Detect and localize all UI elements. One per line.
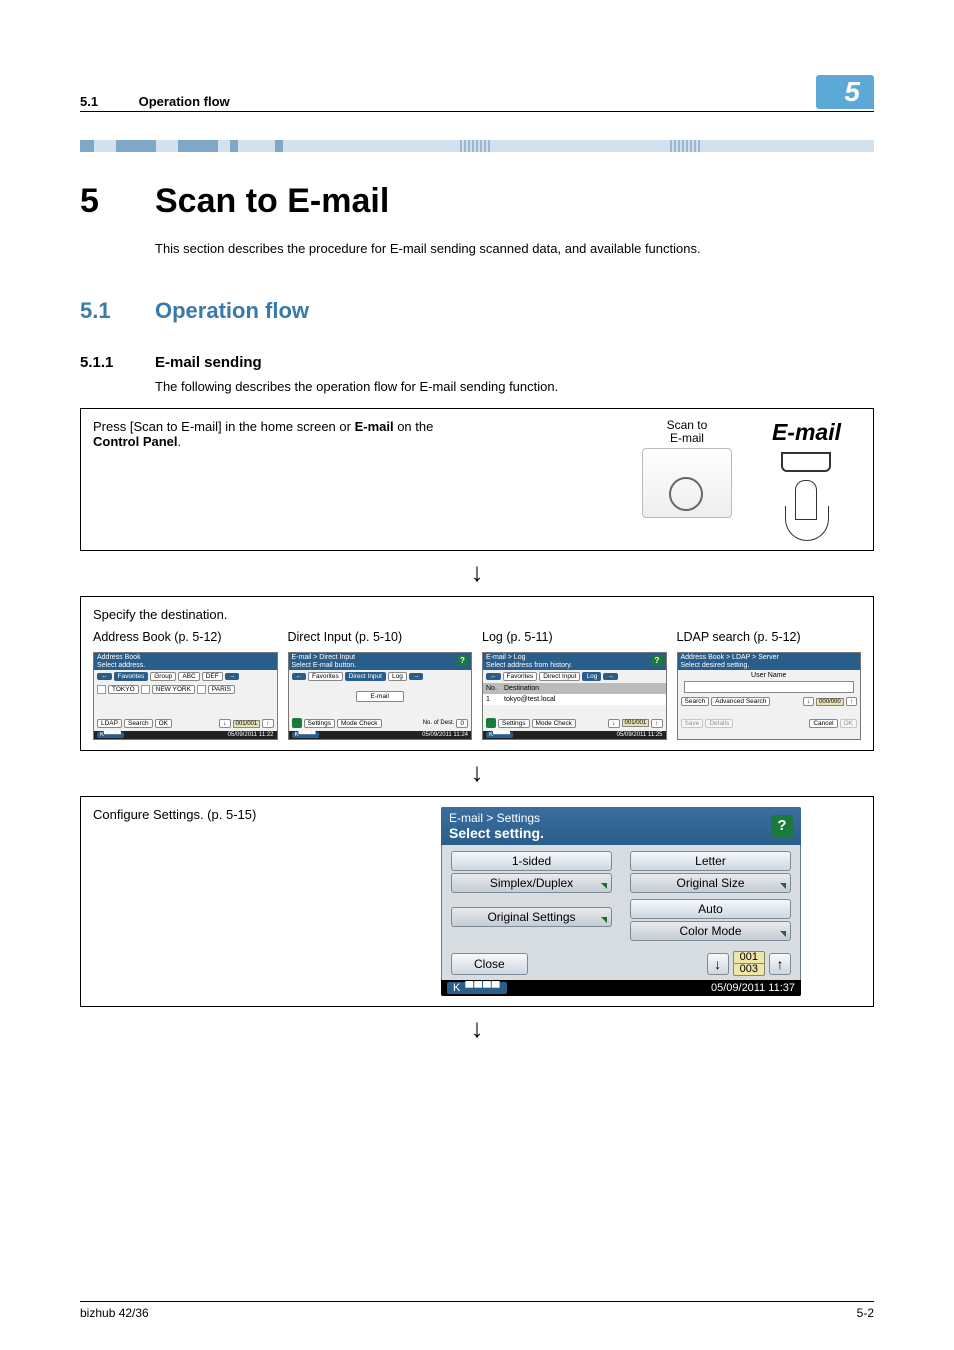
step2-caption: Specify the destination. — [93, 607, 473, 622]
flow-step-3: Configure Settings. (p. 5-15) E-mail > S… — [80, 796, 874, 1007]
footer-model: bizhub 42/36 — [80, 1306, 149, 1320]
finger-press-icon — [781, 480, 831, 540]
flow-step-2: Specify the destination. Address Book (p… — [80, 596, 874, 751]
settings-title: E-mail > Settings — [449, 811, 544, 825]
subsection-heading: 5.1.1 E-mail sending — [80, 354, 874, 371]
page-indicator: 001 003 — [733, 951, 765, 976]
section-heading: 5.1 Operation flow — [80, 298, 874, 324]
flow-arrow-icon: ↓ — [80, 557, 874, 588]
chapter-number: 5 — [80, 182, 155, 221]
setting-original-settings[interactable]: Original Settings — [451, 899, 612, 941]
settings-pager: ↓ 001 003 ↑ — [707, 951, 791, 976]
subsection-desc: The following describes the operation fl… — [155, 379, 874, 394]
step2-col-label: Address Book (p. 5-12) — [93, 630, 278, 644]
page-up-button[interactable]: ↑ — [769, 953, 791, 975]
flow-step-1: Press [Scan to E-mail] in the home scree… — [80, 408, 874, 551]
subsection-title: E-mail sending — [155, 354, 262, 371]
page-down-button[interactable]: ↓ — [707, 953, 729, 975]
setting-color-mode[interactable]: Auto Color Mode — [630, 899, 791, 941]
page-footer: bizhub 42/36 5-2 — [80, 1301, 874, 1320]
subsection-number: 5.1.1 — [80, 354, 155, 371]
setting-simplex-duplex[interactable]: 1-sided Simplex/Duplex — [451, 851, 612, 893]
direct-input-thumbnail: E-mail > Direct InputSelect E-mail butto… — [288, 652, 473, 740]
settings-subtitle: Select setting. — [449, 825, 544, 841]
flow-arrow-icon: ↓ — [80, 1013, 874, 1044]
step2-col-label: Log (p. 5-11) — [482, 630, 667, 644]
step1-caption: Press [Scan to E-mail] in the home scree… — [93, 419, 473, 449]
section-number: 5.1 — [80, 298, 155, 324]
step3-caption: Configure Settings. (p. 5-15) — [93, 807, 343, 996]
settings-timestamp: 05/09/2011 11:37 — [711, 982, 795, 994]
close-button[interactable]: Close — [451, 953, 528, 975]
ldap-search-thumbnail: Address Book > LDAP > ServerSelect desir… — [677, 652, 862, 740]
chapter-intro: This section describes the procedure for… — [155, 241, 874, 256]
step2-col-label: LDAP search (p. 5-12) — [677, 630, 862, 644]
chapter-title: Scan to E-mail — [155, 182, 389, 221]
header-section-title: Operation flow — [139, 94, 230, 109]
help-icon[interactable]: ? — [771, 815, 793, 837]
chapter-badge: 5 — [816, 75, 874, 109]
scan-to-email-icon: Scan toE-mail — [642, 419, 732, 518]
section-title: Operation flow — [155, 298, 309, 324]
header-section-num: 5.1 — [80, 94, 135, 109]
step2-col-label: Direct Input (p. 5-10) — [288, 630, 473, 644]
settings-panel: E-mail > Settings Select setting. ? 1-si… — [441, 807, 801, 996]
page-header: 5.1 Operation flow 5 — [80, 75, 874, 112]
setting-original-size[interactable]: Letter Original Size — [630, 851, 791, 893]
flow-arrow-icon: ↓ — [80, 757, 874, 788]
footer-page-number: 5-2 — [857, 1306, 874, 1320]
chapter-heading: 5 Scan to E-mail — [80, 182, 874, 221]
email-hardware-button: E-mail — [772, 419, 841, 540]
address-book-thumbnail: Address BookSelect address. ←FavoritesGr… — [93, 652, 278, 740]
log-thumbnail: E-mail > LogSelect address from history.… — [482, 652, 667, 740]
decorative-bar — [80, 140, 874, 152]
